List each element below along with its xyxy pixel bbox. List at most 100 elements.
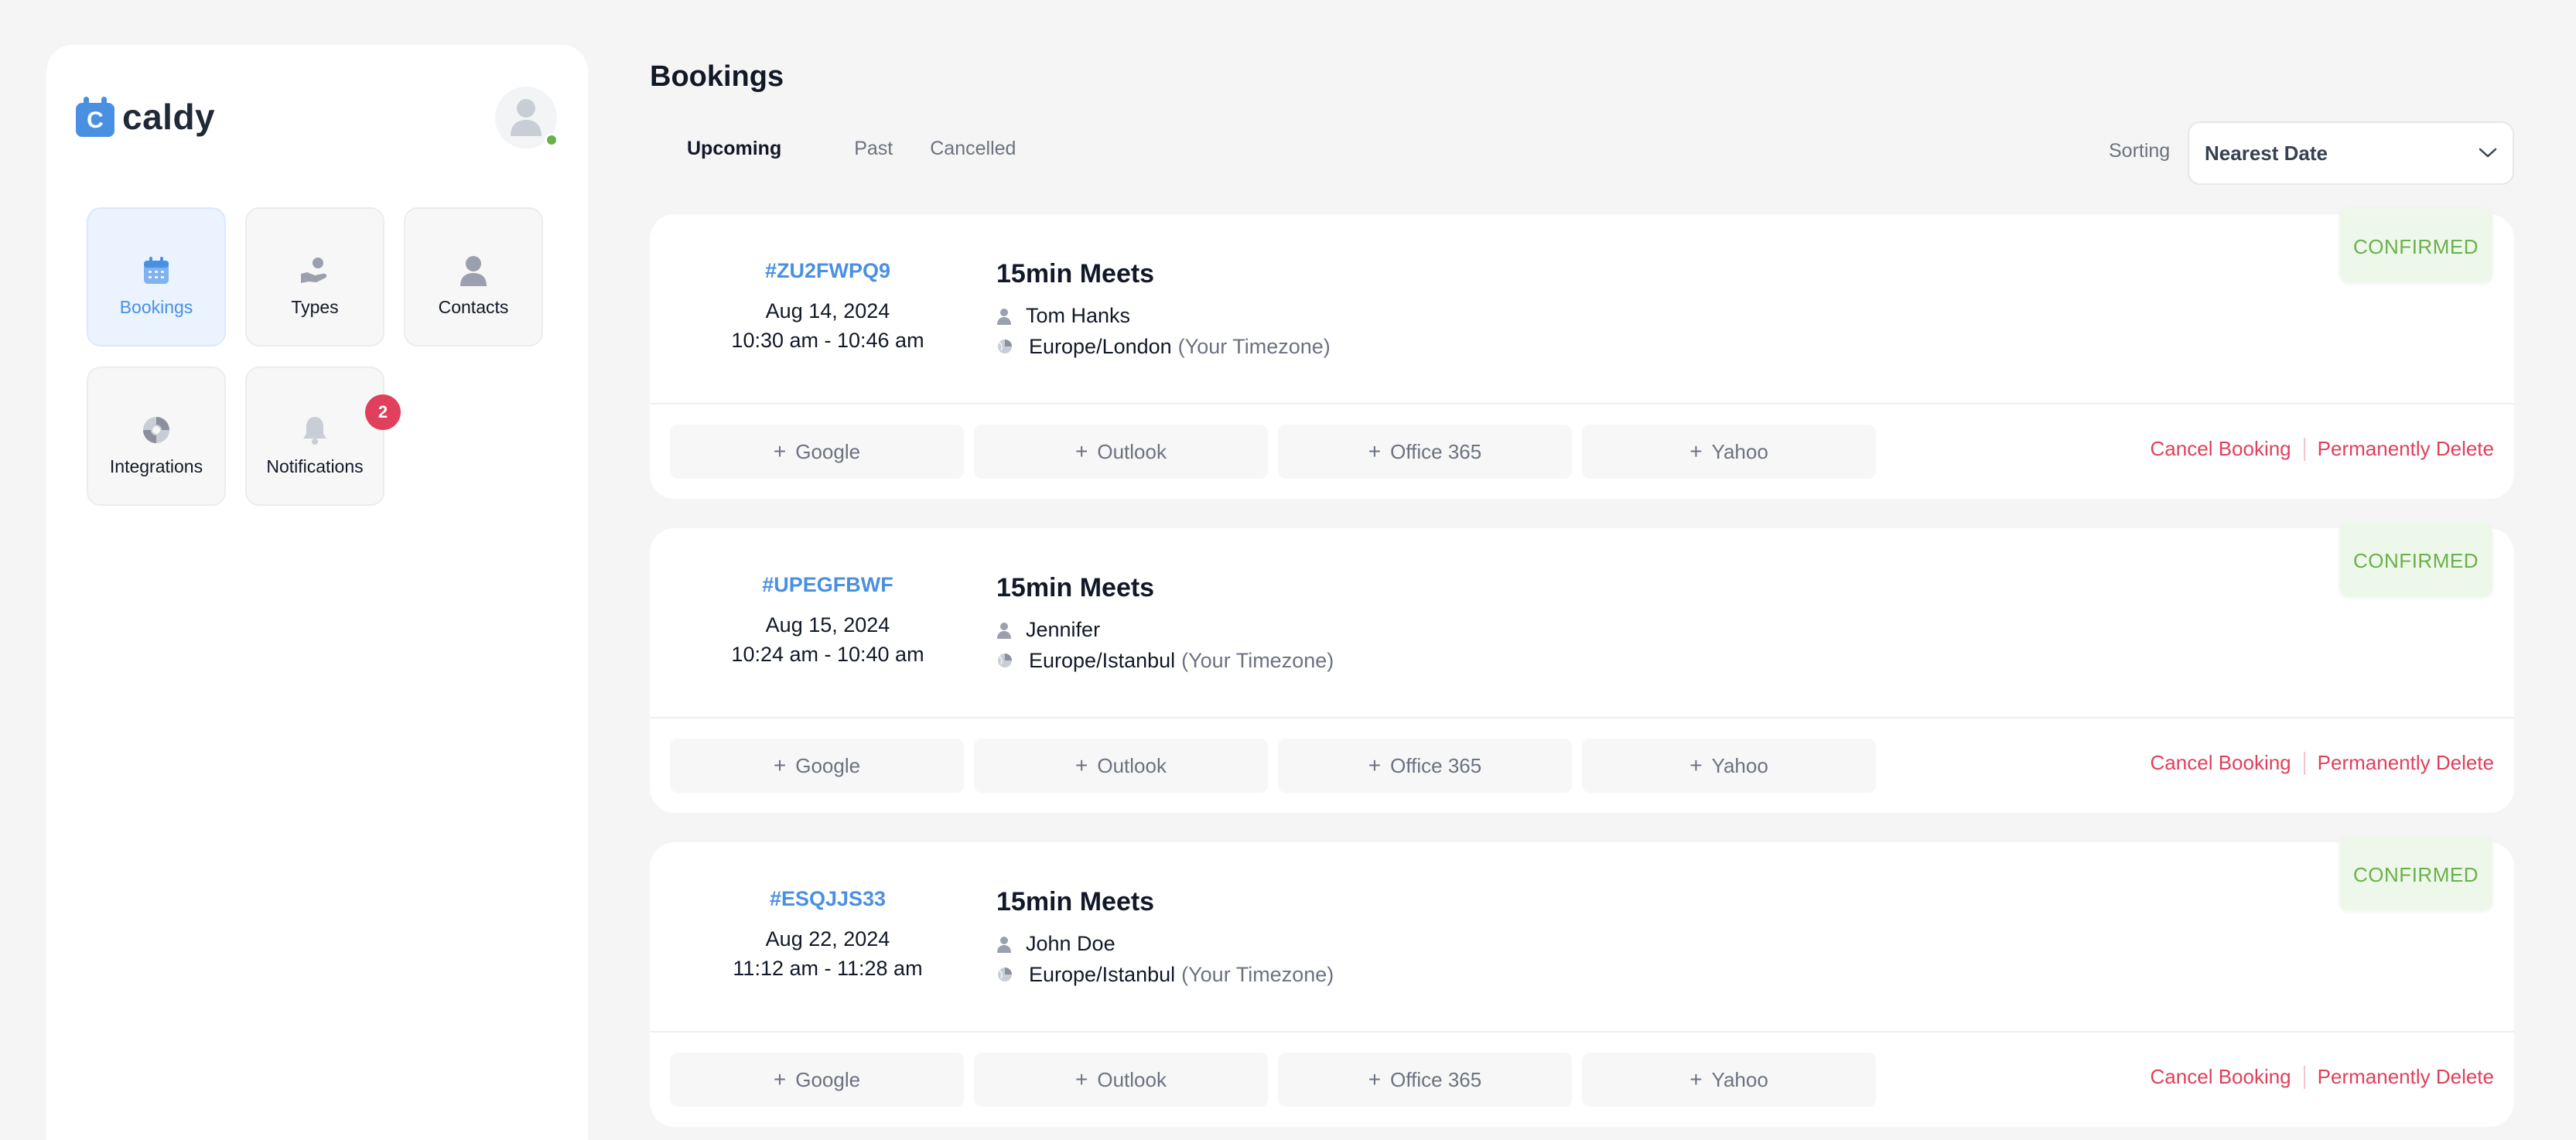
online-status-dot (545, 133, 559, 147)
page-title: Bookings (650, 60, 784, 93)
event-title: 15min Meets (996, 887, 1155, 916)
booking-actions: Cancel Booking Permanently Delete (2151, 437, 2494, 461)
attendee-name: Tom Hanks (1026, 304, 1131, 327)
user-icon (460, 255, 487, 286)
add-to-google-button[interactable]: + Google (670, 425, 964, 479)
booking-time: 10:30 am - 10:46 am (731, 329, 924, 352)
plus-icon: + (1689, 1067, 1703, 1091)
add-to-outlook-button[interactable]: + Outlook (974, 739, 1268, 793)
plus-icon: + (1075, 753, 1088, 777)
status-badge: CONFIRMED (2339, 208, 2492, 282)
plus-icon: + (1075, 439, 1088, 463)
nav-tile-types[interactable]: Types (245, 207, 384, 346)
calendar-icon (144, 256, 169, 284)
nav-tile-label: Bookings (119, 296, 193, 317)
booking-code[interactable]: #ESQJJS33 (650, 887, 1006, 911)
add-to-yahoo-button[interactable]: + Yahoo (1582, 739, 1876, 793)
sidebar: C caldy Bookings Types Contacts Integrat… (46, 45, 588, 1140)
plus-icon: + (773, 753, 787, 777)
add-to-office365-button[interactable]: + Office 365 (1278, 425, 1572, 479)
booking-card: CONFIRMED #UPEGFBWF Aug 15, 2024 10:24 a… (650, 522, 2514, 813)
attendee: Jennifer (996, 618, 1100, 642)
timezone-hint: (Your Timezone) (1181, 963, 1334, 986)
person-icon (997, 308, 1011, 325)
booking-date: Aug 15, 2024 (765, 613, 890, 637)
card-divider (650, 717, 2514, 718)
app-logo[interactable]: C caldy (76, 96, 215, 138)
add-to-office365-button[interactable]: + Office 365 (1278, 739, 1572, 793)
status-badge: CONFIRMED (2339, 522, 2492, 596)
tab-past[interactable]: Past (781, 138, 893, 160)
bell-icon (303, 416, 326, 445)
timezone-hint: (Your Timezone) (1181, 649, 1334, 672)
actions-separator (2303, 1065, 2305, 1089)
chevron-down-icon (2479, 148, 2497, 158)
cancel-booking-link[interactable]: Cancel Booking (2151, 751, 2291, 775)
nav-tile-notifications[interactable]: Notifications (245, 367, 384, 506)
nav-tile-contacts[interactable]: Contacts (404, 207, 543, 346)
app-name: caldy (122, 97, 216, 137)
booking-card: CONFIRMED #ZU2FWPQ9 Aug 14, 2024 10:30 a… (650, 208, 2514, 499)
globe-icon (998, 967, 1012, 981)
nav-tile-label: Types (291, 296, 339, 317)
nav-tile-bookings[interactable]: Bookings (87, 207, 226, 346)
booking-tabs: Upcoming Past Cancelled (650, 138, 1016, 160)
add-to-outlook-button[interactable]: + Outlook (974, 425, 1268, 479)
cancel-booking-link[interactable]: Cancel Booking (2151, 437, 2291, 461)
cancel-booking-link[interactable]: Cancel Booking (2151, 1065, 2291, 1089)
booking-code[interactable]: #ZU2FWPQ9 (650, 259, 1006, 283)
timezone: Europe/London (Your Timezone) (996, 335, 1331, 359)
plus-icon: + (773, 439, 787, 463)
add-to-yahoo-button[interactable]: + Yahoo (1582, 1053, 1876, 1107)
permanently-delete-link[interactable]: Permanently Delete (2318, 437, 2494, 461)
timezone-name: Europe/Istanbul (1029, 649, 1176, 672)
booking-actions: Cancel Booking Permanently Delete (2151, 751, 2494, 775)
add-to-yahoo-button[interactable]: + Yahoo (1582, 425, 1876, 479)
booking-date: Aug 22, 2024 (765, 927, 890, 951)
plus-icon: + (1689, 753, 1703, 777)
globe-icon (998, 653, 1012, 667)
add-to-google-button[interactable]: + Google (670, 739, 964, 793)
plus-icon: + (773, 1067, 787, 1091)
add-to-office365-button[interactable]: + Office 365 (1278, 1053, 1572, 1107)
booking-date: Aug 14, 2024 (765, 299, 890, 323)
notifications-count-badge: 2 (365, 394, 401, 430)
booking-code[interactable]: #UPEGFBWF (650, 573, 1006, 597)
calendar-logo-icon: C (76, 97, 114, 137)
booking-time: 10:24 am - 10:40 am (731, 643, 924, 666)
sorting-select[interactable]: Nearest Date (2188, 121, 2514, 185)
permanently-delete-link[interactable]: Permanently Delete (2318, 751, 2494, 775)
person-icon (997, 622, 1011, 639)
attendee: Tom Hanks (996, 304, 1130, 328)
plus-icon: + (1689, 439, 1703, 463)
card-divider (650, 1031, 2514, 1032)
person-icon (997, 936, 1011, 953)
attendee-name: Jennifer (1026, 618, 1101, 641)
status-badge: CONFIRMED (2339, 836, 2492, 910)
booking-card: CONFIRMED #ESQJJS33 Aug 22, 2024 11:12 a… (650, 836, 2514, 1127)
card-divider (650, 403, 2514, 404)
sorting-selected-value: Nearest Date (2205, 141, 2328, 165)
add-to-outlook-button[interactable]: + Outlook (974, 1053, 1268, 1107)
booking-actions: Cancel Booking Permanently Delete (2151, 1065, 2494, 1089)
plus-icon: + (1075, 1067, 1088, 1091)
timezone: Europe/Istanbul (Your Timezone) (996, 649, 1334, 673)
add-to-google-button[interactable]: + Google (670, 1053, 964, 1107)
nav-tile-label: Integrations (109, 456, 203, 476)
avatar[interactable] (495, 87, 559, 148)
actions-separator (2303, 751, 2305, 775)
hand-icon (301, 257, 327, 283)
timezone-name: Europe/Istanbul (1029, 963, 1176, 986)
permanently-delete-link[interactable]: Permanently Delete (2318, 1065, 2494, 1089)
attendee-name: John Doe (1026, 932, 1115, 955)
event-title: 15min Meets (996, 259, 1155, 288)
booking-time: 11:12 am - 11:28 am (733, 957, 923, 980)
tab-upcoming[interactable]: Upcoming (650, 138, 781, 160)
nav-tile-integrations[interactable]: Integrations (87, 367, 226, 506)
timezone-hint: (Your Timezone) (1177, 335, 1331, 358)
tab-cancelled[interactable]: Cancelled (893, 138, 1016, 160)
plus-icon: + (1368, 439, 1382, 463)
plus-icon: + (1368, 753, 1382, 777)
timezone: Europe/Istanbul (Your Timezone) (996, 963, 1334, 987)
timezone-name: Europe/London (1029, 335, 1172, 358)
